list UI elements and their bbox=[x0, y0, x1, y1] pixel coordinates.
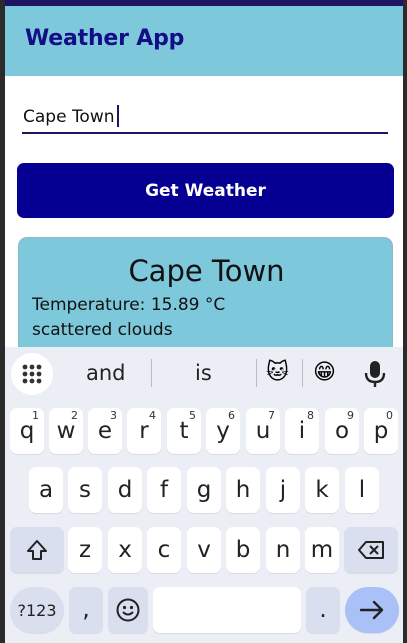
comma-key[interactable]: , bbox=[69, 587, 103, 633]
text-cursor bbox=[116, 105, 119, 127]
screen-edge-right bbox=[403, 0, 407, 643]
key-g[interactable]: g bbox=[187, 467, 221, 513]
key-r[interactable]: r4 bbox=[127, 408, 161, 454]
city-input-value[interactable]: Cape Town bbox=[23, 105, 119, 127]
key-p[interactable]: p0 bbox=[364, 408, 398, 454]
key-h[interactable]: h bbox=[226, 467, 260, 513]
suggestion-divider bbox=[256, 359, 257, 387]
key-e[interactable]: e3 bbox=[88, 408, 122, 454]
emoji-key[interactable] bbox=[108, 587, 148, 633]
soft-keyboard: and is 🐱 😁 q1 w2 e3 r4 t5 y6 u7 i8 o9 p0… bbox=[5, 347, 403, 643]
key-x[interactable]: x bbox=[108, 527, 142, 573]
suggestion-strip: and is 🐱 😁 bbox=[5, 347, 403, 399]
suggestion-word[interactable]: is bbox=[195, 361, 212, 385]
key-y[interactable]: y6 bbox=[206, 408, 240, 454]
key-f[interactable]: f bbox=[147, 467, 181, 513]
weather-app-screen: Weather App Cape Town Get Weather Cape T… bbox=[5, 6, 403, 347]
key-u[interactable]: u7 bbox=[246, 408, 280, 454]
shift-icon bbox=[27, 540, 47, 560]
key-k[interactable]: k bbox=[305, 467, 339, 513]
weather-result-card: Cape Town Temperature: 15.89 °C scattere… bbox=[18, 237, 393, 347]
result-city-name: Cape Town bbox=[128, 254, 285, 288]
get-weather-button[interactable]: Get Weather bbox=[17, 163, 394, 218]
key-l[interactable]: l bbox=[345, 467, 379, 513]
key-s[interactable]: s bbox=[68, 467, 102, 513]
suggestion-divider bbox=[151, 359, 152, 387]
emoji-icon bbox=[116, 598, 140, 622]
key-j[interactable]: j bbox=[266, 467, 300, 513]
screen-edge-left bbox=[0, 0, 5, 643]
apps-grid-icon[interactable] bbox=[11, 353, 53, 395]
key-m[interactable]: m bbox=[305, 527, 339, 573]
key-b[interactable]: b bbox=[226, 527, 260, 573]
key-c[interactable]: c bbox=[147, 527, 181, 573]
result-description: scattered clouds bbox=[32, 320, 173, 340]
city-input[interactable]: Cape Town bbox=[22, 102, 388, 134]
key-i[interactable]: i8 bbox=[285, 408, 319, 454]
cat-emoji-suggestion[interactable]: 🐱 bbox=[266, 359, 289, 387]
key-n[interactable]: n bbox=[266, 527, 300, 573]
key-q[interactable]: q1 bbox=[10, 408, 44, 454]
suggestion-divider bbox=[302, 359, 303, 387]
space-key[interactable] bbox=[153, 587, 301, 633]
key-v[interactable]: v bbox=[187, 527, 221, 573]
backspace-key[interactable] bbox=[344, 527, 398, 573]
period-key[interactable]: . bbox=[306, 587, 340, 633]
shift-key[interactable] bbox=[10, 527, 64, 573]
grin-emoji-suggestion[interactable]: 😁 bbox=[313, 359, 336, 387]
key-z[interactable]: z bbox=[68, 527, 102, 573]
app-title: Weather App bbox=[25, 26, 185, 51]
key-t[interactable]: t5 bbox=[167, 408, 201, 454]
key-w[interactable]: w2 bbox=[49, 408, 83, 454]
symbols-key[interactable]: ?123 bbox=[10, 587, 64, 633]
backspace-icon bbox=[358, 541, 384, 559]
result-temperature: Temperature: 15.89 °C bbox=[32, 295, 226, 315]
enter-key[interactable] bbox=[345, 587, 399, 633]
suggestion-word[interactable]: and bbox=[86, 361, 126, 385]
arrow-right-icon bbox=[359, 600, 384, 620]
key-d[interactable]: d bbox=[108, 467, 142, 513]
key-o[interactable]: o9 bbox=[325, 408, 359, 454]
app-bar: Weather App bbox=[5, 6, 403, 76]
key-a[interactable]: a bbox=[29, 467, 63, 513]
microphone-icon[interactable] bbox=[363, 359, 387, 389]
